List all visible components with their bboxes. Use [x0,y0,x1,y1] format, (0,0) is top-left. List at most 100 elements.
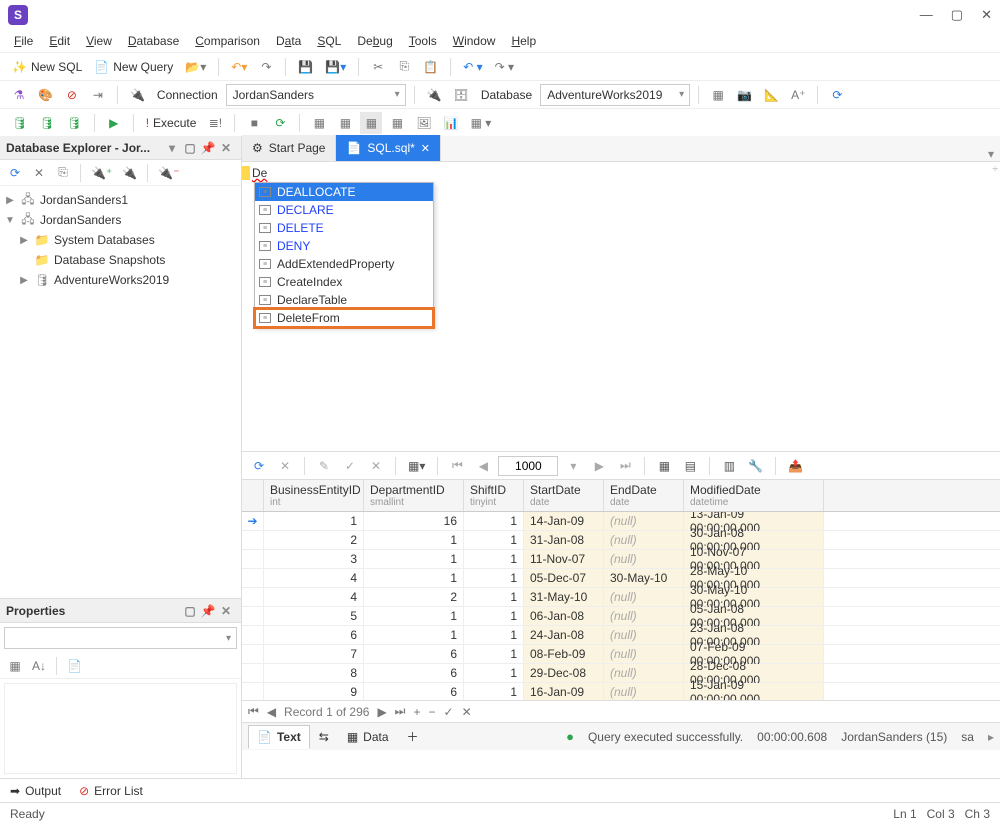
btab-swap[interactable]: ⇆ [310,725,338,749]
menu-comparison[interactable]: Comparison [189,32,266,50]
menu-data[interactable]: Data [270,32,307,50]
menu-debug[interactable]: Debug [351,32,398,50]
undo-icon[interactable]: ↶ ▾ [459,56,486,78]
autocomplete-item[interactable]: ≡DEALLOCATE [255,183,433,201]
copy-icon[interactable]: ⎘ [393,56,415,78]
tabs-dropdown-icon[interactable]: ▾ [982,147,1000,161]
pager-next-icon[interactable]: ▶ [588,455,610,477]
autocomplete-item[interactable]: ≡DELETE [255,219,433,237]
db-plug-icon[interactable]: 🔌 [423,84,446,106]
new-query-button[interactable]: 📄 New Query [90,56,177,78]
db-1-icon[interactable]: 🛢 [8,112,31,134]
pager-last-icon[interactable]: ⏭ [614,455,636,477]
panel-maximize-icon[interactable]: ▢ [181,141,199,155]
btab-add[interactable]: ＋ [398,723,428,750]
nav-commit-icon[interactable]: ✓ [444,705,454,719]
menu-help[interactable]: Help [505,32,542,50]
view-text-icon[interactable]: ▥ [718,455,740,477]
tab-start-page[interactable]: ⚙ Start Page [242,135,336,161]
table-row[interactable]: 76108-Feb-09(null)07-Feb-09 00:00:00.000 [242,645,1000,664]
nav-next-icon[interactable]: ▶ [377,705,386,719]
autocomplete-item[interactable]: ≡DENY [255,237,433,255]
window-minimize-button[interactable]: — [920,7,933,23]
export-icon[interactable]: 📤 [784,455,807,477]
table-row[interactable]: 96116-Jan-09(null)15-Jan-09 00:00:00.000 [242,683,1000,700]
ruler-icon[interactable]: 📐 [760,84,783,106]
window-close-button[interactable]: ✕ [981,7,992,23]
pager-prev-icon[interactable]: ◀ [472,455,494,477]
redo-icon[interactable]: ↷ ▾ [491,56,518,78]
panel-pin-icon[interactable]: 📌 [199,141,217,155]
menu-tools[interactable]: Tools [403,32,443,50]
palette-icon[interactable]: 🎨 [34,84,57,106]
save-all-icon[interactable]: 💾▾ [321,56,350,78]
connection-combo[interactable]: JordanSanders [226,84,406,106]
nav-cancel-icon[interactable]: ✕ [462,705,472,719]
stop-icon[interactable]: ■ [243,112,265,134]
tab-sql[interactable]: 📄 SQL.sql* ✕ [336,135,441,161]
grid-body[interactable]: ➔116114-Jan-09(null)13-Jan-09 00:00:00.0… [242,512,1000,700]
tree-node-jordansanders[interactable]: ▼🖧JordanSanders [2,210,239,230]
view-find-icon[interactable]: 🔧 [744,455,767,477]
table-row[interactable]: 86129-Dec-08(null)28-Dec-08 00:00:00.000 [242,664,1000,683]
db-2-icon[interactable]: 🛢 [35,112,58,134]
dbexp-filter3-icon[interactable]: 🔌⁻ [154,162,183,184]
table-row[interactable]: ➔116114-Jan-09(null)13-Jan-09 00:00:00.0… [242,512,1000,531]
autocomplete-item[interactable]: ≡DeleteFrom [255,309,433,327]
autocomplete-item[interactable]: ≡DeclareTable [255,291,433,309]
execute-button[interactable]: ! Execute [142,112,201,134]
error-list-tab[interactable]: ⊘ Error List [79,784,143,798]
grid-2-icon[interactable]: ▦ [334,112,356,134]
menu-file[interactable]: File [8,32,39,50]
grid-revert-icon[interactable]: ✕ [365,455,387,477]
tree-node-systemdb[interactable]: ▶📁System Databases [2,230,239,250]
image-icon[interactable]: 🖼 [412,112,435,134]
editor-split-icon[interactable]: ÷ [993,164,999,175]
forward-icon[interactable]: ↷ [255,56,277,78]
db-3-icon[interactable]: 🛢 [62,112,85,134]
nav-last-icon[interactable]: ⏭ [395,704,406,719]
paste-icon[interactable]: 📋 [419,56,442,78]
pager-size-input[interactable] [498,456,558,476]
grid-3-icon[interactable]: ▦ [360,112,382,134]
new-sql-button[interactable]: ✨ New SQL [8,56,86,78]
grid-apply-icon[interactable]: ✓ [339,455,361,477]
grid-cancel-icon[interactable]: ✕ [274,455,296,477]
table-row[interactable]: 51106-Jan-08(null)05-Jan-08 00:00:00.000 [242,607,1000,626]
properties-selector[interactable] [4,627,237,649]
pager-first-icon[interactable]: ⏮ [446,455,468,477]
db-icon[interactable]: 🗄 [450,84,473,106]
indent-icon[interactable]: ⇥ [87,84,109,106]
window-maximize-button[interactable]: ▢ [951,7,963,23]
plug-icon[interactable]: 🔌 [126,84,149,106]
menu-sql[interactable]: SQL [311,32,347,50]
view-grid-icon[interactable]: ▦ [653,455,675,477]
view-card-icon[interactable]: ▤ [679,455,701,477]
exec-to-icon[interactable]: ≣! [204,112,226,134]
cut-icon[interactable]: ✂ [367,56,389,78]
dbexp-refresh-icon[interactable]: ⟳ [4,162,26,184]
props-cat-icon[interactable]: ▦ [4,655,26,677]
open-dropdown-icon[interactable]: 📂▾ [181,56,210,78]
table-row[interactable]: 41105-Dec-0730-May-1028-May-10 00:00:00.… [242,569,1000,588]
error-icon[interactable]: ⊘ [61,84,83,106]
table-row[interactable]: 61124-Jan-08(null)23-Jan-08 00:00:00.000 [242,626,1000,645]
back-icon[interactable]: ↶▾ [227,56,251,78]
tree-node-snapshots[interactable]: 📁Database Snapshots [2,250,239,270]
tree-node-jordansanders1[interactable]: ▶🖧JordanSanders1 [2,190,239,210]
props-pages-icon[interactable]: 📄 [63,655,86,677]
dbexp-filter1-icon[interactable]: 🔌⁺ [87,162,116,184]
table-row[interactable]: 31111-Nov-07(null)10-Nov-07 00:00:00.000 [242,550,1000,569]
autocomplete-item[interactable]: ≡CreateIndex [255,273,433,291]
props-close-icon[interactable]: ✕ [217,604,235,618]
database-combo[interactable]: AdventureWorks2019 [540,84,690,106]
save-icon[interactable]: 💾 [294,56,317,78]
autocomplete-item[interactable]: ≡AddExtendedProperty [255,255,433,273]
layout-icon[interactable]: ▦ [707,84,729,106]
output-tab[interactable]: ➡ Output [10,784,61,798]
more-icon[interactable]: ▦ ▾ [467,112,496,134]
run-icon[interactable]: ▶ [103,112,125,134]
autocomplete-item[interactable]: ≡DECLARE [255,201,433,219]
grid-edit-icon[interactable]: ✎ [313,455,335,477]
menu-edit[interactable]: Edit [43,32,76,50]
